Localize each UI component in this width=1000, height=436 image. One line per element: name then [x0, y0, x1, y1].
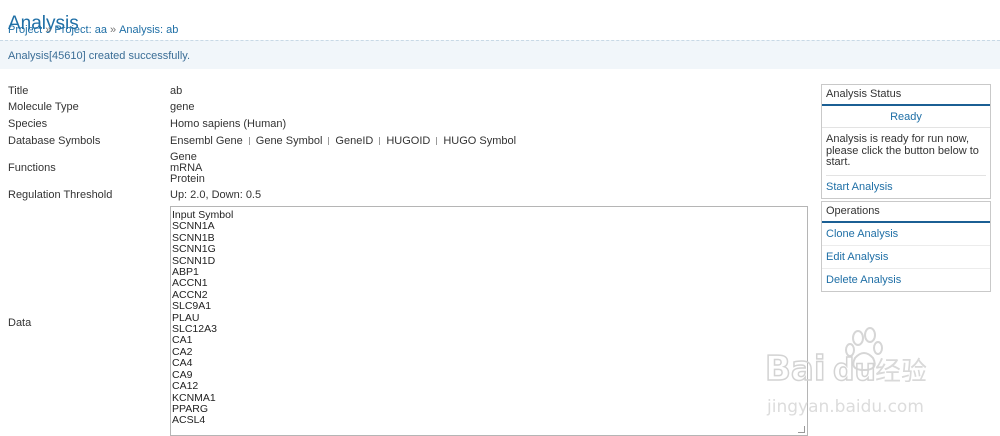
- breadcrumb-project-aa[interactable]: Project: aa: [54, 24, 107, 36]
- status-badge: Ready: [822, 106, 990, 128]
- data-line: PLAU: [172, 311, 200, 324]
- functions-value: Gene mRNA Protein: [170, 152, 205, 185]
- data-label: Data: [8, 317, 32, 329]
- data-line: ACCN2: [172, 288, 208, 301]
- clone-analysis-link[interactable]: Clone Analysis: [822, 223, 990, 246]
- species-label: Species: [8, 118, 48, 130]
- delete-analysis-link[interactable]: Delete Analysis: [822, 269, 990, 291]
- molecule-type-label: Molecule Type: [8, 101, 79, 113]
- data-line: CA12: [172, 380, 199, 393]
- data-line: CA1: [172, 334, 193, 347]
- divider: [248, 137, 250, 145]
- analysis-status-heading: Analysis Status: [822, 85, 990, 106]
- divider: [328, 137, 330, 145]
- functions-label: Functions: [8, 162, 56, 174]
- data-line: CA4: [172, 357, 193, 370]
- breadcrumb: Project » Project: aa » Analysis: ab: [8, 24, 178, 36]
- data-line: SLC12A3: [172, 323, 217, 336]
- success-notice: Analysis[45610] created successfully.: [0, 40, 1000, 69]
- analysis-status-panel: Analysis Status Ready Analysis is ready …: [821, 84, 991, 199]
- data-line: ACSL4: [172, 414, 206, 427]
- start-analysis-button[interactable]: Start Analysis: [822, 176, 990, 198]
- symbol-gene-symbol: Gene Symbol: [255, 135, 323, 147]
- molecule-type-value: gene: [170, 101, 195, 113]
- status-description: Analysis is ready for run now, please cl…: [826, 128, 986, 176]
- data-textarea[interactable]: Input Symbol SCNN1A SCNN1B SCNN1G SCNN1D…: [170, 206, 808, 436]
- resize-handle[interactable]: [798, 426, 805, 433]
- data-line: CA9: [172, 368, 193, 381]
- operations-heading: Operations: [822, 202, 990, 223]
- regulation-threshold-value: Up: 2.0, Down: 0.5: [170, 189, 262, 201]
- title-value: ab: [170, 85, 183, 97]
- symbol-hugo-symbol: HUGO Symbol: [443, 135, 517, 147]
- species-value: Homo sapiens (Human): [170, 118, 287, 130]
- data-line: SCNN1B: [172, 231, 215, 244]
- svg-text:经验: 经验: [875, 357, 927, 387]
- title-label: Title: [8, 85, 29, 97]
- svg-text:du: du: [833, 353, 876, 388]
- breadcrumb-separator: »: [109, 24, 117, 36]
- data-line: SCNN1A: [172, 220, 215, 233]
- function-protein: Protein: [170, 173, 205, 185]
- data-line: ABP1: [172, 266, 199, 279]
- edit-analysis-link[interactable]: Edit Analysis: [822, 246, 990, 269]
- data-line: SLC9A1: [172, 300, 212, 313]
- breadcrumb-project[interactable]: Project: [8, 24, 42, 36]
- operations-panel: Operations Clone Analysis Edit Analysis …: [821, 201, 991, 292]
- breadcrumb-separator: »: [45, 24, 52, 36]
- data-line: CA2: [172, 345, 193, 358]
- database-symbols-value: Ensembl Gene Gene Symbol GeneID HUGOID H…: [170, 135, 516, 147]
- symbol-geneid: GeneID: [335, 135, 374, 147]
- symbol-hugoid: HUGOID: [386, 135, 431, 147]
- data-line: PPARG: [172, 402, 208, 415]
- data-line: SCNN1G: [172, 243, 216, 256]
- data-line: SCNN1D: [172, 254, 216, 267]
- divider: [379, 137, 381, 145]
- data-line: ACCN1: [172, 277, 208, 290]
- divider: [436, 137, 438, 145]
- regulation-threshold-label: Regulation Threshold: [8, 189, 113, 201]
- breadcrumb-analysis-ab[interactable]: Analysis: ab: [119, 24, 178, 36]
- database-symbols-label: Database Symbols: [8, 135, 101, 147]
- data-line: KCNMA1: [172, 391, 216, 404]
- success-message: Analysis[45610] created successfully.: [8, 50, 190, 62]
- data-line: Input Symbol: [172, 209, 234, 221]
- symbol-ensembl-gene: Ensembl Gene: [170, 135, 243, 147]
